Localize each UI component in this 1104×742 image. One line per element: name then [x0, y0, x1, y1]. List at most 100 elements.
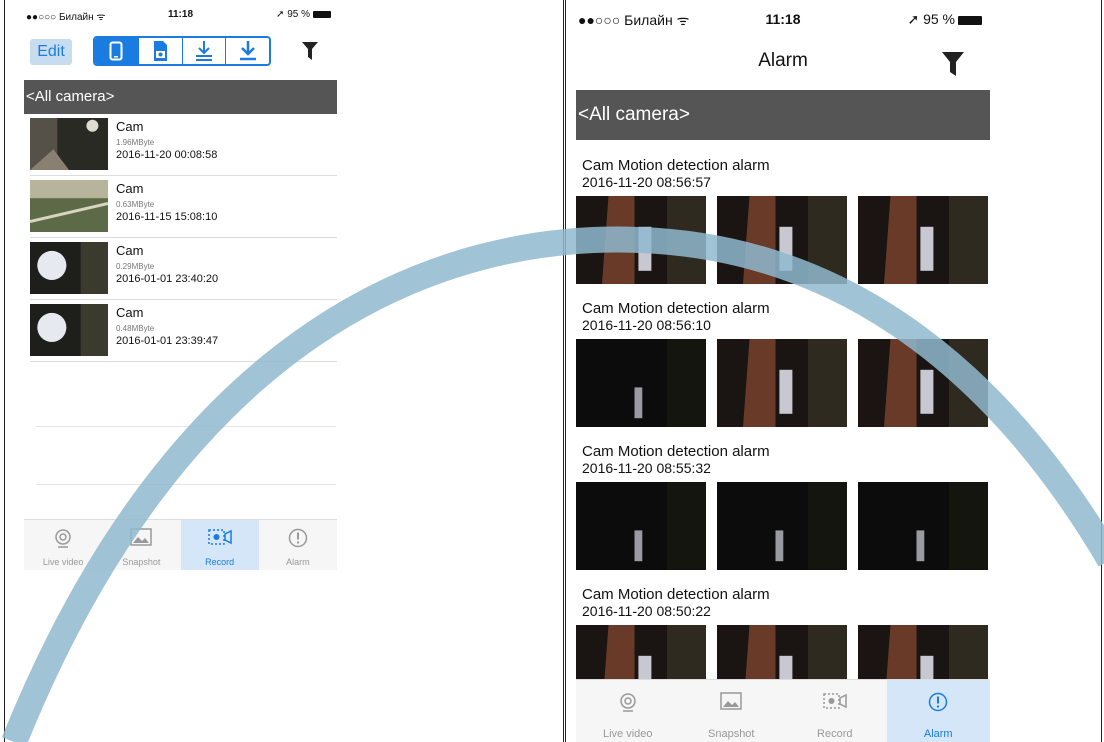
- live-video-icon: [24, 528, 102, 548]
- list-separator: [36, 484, 336, 485]
- alarm-item[interactable]: Cam Motion detection alarm 2016-11-20 08…: [576, 154, 990, 297]
- camera-filter-bar[interactable]: <All camera>: [24, 80, 337, 114]
- alarm-list: Cam Motion detection alarm 2016-11-20 08…: [576, 154, 990, 726]
- alarm-title: Cam Motion detection alarm: [582, 443, 770, 460]
- alarm-snapshot-thumbnail[interactable]: [717, 339, 847, 427]
- phone-icon: [109, 41, 123, 61]
- tab-alarm[interactable]: Alarm: [259, 520, 337, 570]
- snapshot-icon: [680, 692, 784, 710]
- record-date: 2016-11-15 15:08:10: [116, 211, 218, 223]
- alarm-snapshot-thumbnail[interactable]: [717, 482, 847, 570]
- alarm-item[interactable]: Cam Motion detection alarm 2016-11-20 08…: [576, 297, 990, 440]
- alarm-snapshot-thumbnail[interactable]: [576, 339, 706, 427]
- seg-download-list[interactable]: [181, 38, 226, 64]
- status-bar: ●●○○○ Билайн ᯤ 11:18 ➚ 95 %: [24, 6, 337, 24]
- alarm-snapshot-thumbnail[interactable]: [858, 482, 988, 570]
- battery-icon: [313, 10, 331, 18]
- record-date: 2016-01-01 23:39:47: [116, 335, 219, 347]
- record-row[interactable]: Cam 0.29MByte 2016-01-01 23:40:20: [30, 238, 337, 300]
- record-thumbnail: [30, 118, 108, 170]
- record-thumbnail: [29, 180, 109, 232]
- tab-label: Alarm: [286, 557, 310, 567]
- camera-filter-bar[interactable]: <All camera>: [576, 90, 990, 140]
- alarm-date: 2016-11-20 08:56:57: [582, 174, 711, 190]
- record-name: Cam: [116, 181, 144, 196]
- alarm-snapshot-thumbnail[interactable]: [717, 196, 847, 284]
- record-toolbar: Edit: [24, 34, 337, 70]
- status-bar: ●●○○○ Билайн ᯤ 11:18 ➚ 95 %: [576, 6, 990, 32]
- record-date: 2016-01-01 23:40:20: [116, 273, 219, 285]
- tab-record[interactable]: Record: [180, 520, 259, 570]
- seg-download[interactable]: [225, 38, 269, 64]
- tab-label: Snapshot: [122, 557, 161, 567]
- download-icon: [239, 41, 256, 61]
- tab-label: Snapshot: [708, 728, 755, 740]
- record-row[interactable]: Cam 0.63MByte 2016-11-15 15:08:10: [29, 176, 337, 238]
- alarm-date: 2016-11-20 08:50:22: [582, 603, 711, 619]
- alarm-date: 2016-11-20 08:55:32: [582, 460, 711, 476]
- tab-label: Alarm: [923, 728, 953, 740]
- sd-card-icon: [154, 41, 168, 61]
- filter-button[interactable]: [302, 42, 318, 65]
- record-icon: [181, 528, 259, 546]
- filter-icon: [942, 52, 964, 76]
- seg-phone-storage[interactable]: [95, 38, 138, 64]
- tab-label: Record: [205, 557, 235, 567]
- alarm-icon: [259, 528, 337, 548]
- alarm-thumbnails: [576, 339, 990, 427]
- alarm-title: Cam Motion detection alarm: [582, 586, 770, 603]
- alarm-snapshot-thumbnail[interactable]: [576, 196, 706, 284]
- record-thumbnail: [30, 242, 108, 294]
- edit-button[interactable]: Edit: [30, 39, 72, 65]
- alarm-title: Cam Motion detection alarm: [582, 300, 770, 317]
- tab-alarm[interactable]: Alarm: [886, 680, 991, 742]
- record-size: 0.63MByte: [116, 200, 155, 209]
- tab-live-video[interactable]: Live video: [24, 520, 102, 570]
- tab-live-video[interactable]: Live video: [576, 680, 680, 742]
- record-size: 0.29MByte: [116, 262, 155, 271]
- filter-button[interactable]: [942, 52, 964, 81]
- record-date: 2016-11-20 00:08:58: [116, 149, 218, 161]
- download-list-icon: [195, 41, 212, 61]
- alarm-date: 2016-11-20 08:56:10: [582, 317, 711, 333]
- record-list: Cam 1.96MByte 2016-11-20 00:08:58 Cam 0.…: [24, 114, 337, 362]
- seg-sd-card[interactable]: [137, 38, 182, 64]
- record-size: 0.48MByte: [116, 324, 155, 333]
- record-icon: [783, 692, 887, 710]
- tab-bar: Live video Snapshot Record Alarm: [24, 519, 337, 570]
- storage-segmented-control: [93, 36, 271, 66]
- alarm-thumbnails: [576, 196, 990, 284]
- alarm-snapshot-thumbnail[interactable]: [576, 482, 706, 570]
- record-screen: ●●○○○ Билайн ᯤ 11:18 ➚ 95 % Edit <All ca…: [24, 6, 337, 570]
- alarm-screen: ●●○○○ Билайн ᯤ 11:18 ➚ 95 % Alarm <All c…: [576, 6, 990, 742]
- alarm-icon: [887, 692, 991, 712]
- alarm-thumbnails: [576, 482, 990, 570]
- record-thumbnail: [30, 304, 108, 356]
- snapshot-icon: [102, 528, 180, 546]
- battery-indicator: ➚ 95 %: [276, 9, 331, 20]
- tab-bar: Live video Snapshot Record Alarm: [576, 679, 990, 742]
- battery-label: ➚ 95 %: [907, 11, 955, 27]
- battery-icon: [958, 15, 982, 25]
- filter-icon: [302, 42, 318, 60]
- tab-label: Live video: [42, 557, 84, 567]
- tab-snapshot[interactable]: Snapshot: [680, 680, 784, 742]
- record-name: Cam: [116, 305, 144, 320]
- tab-label: Live video: [602, 728, 653, 740]
- tab-label: Record: [817, 728, 853, 740]
- alarm-item[interactable]: Cam Motion detection alarm 2016-11-20 08…: [576, 440, 990, 583]
- tab-snapshot[interactable]: Snapshot: [102, 520, 180, 570]
- list-separator: [36, 426, 336, 427]
- record-size: 1.96MByte: [116, 138, 155, 147]
- alarm-snapshot-thumbnail[interactable]: [858, 196, 988, 284]
- record-row[interactable]: Cam 0.48MByte 2016-01-01 23:39:47: [30, 300, 337, 362]
- record-name: Cam: [116, 243, 144, 258]
- record-row[interactable]: Cam 1.96MByte 2016-11-20 00:08:58: [30, 114, 337, 176]
- alarm-snapshot-thumbnail[interactable]: [858, 339, 988, 427]
- record-name: Cam: [116, 119, 144, 134]
- battery-label: ➚ 95 %: [276, 9, 310, 20]
- tab-record[interactable]: Record: [783, 680, 887, 742]
- battery-indicator: ➚ 95 %: [907, 11, 982, 28]
- live-video-icon: [576, 692, 680, 712]
- alarm-title: Cam Motion detection alarm: [582, 157, 770, 174]
